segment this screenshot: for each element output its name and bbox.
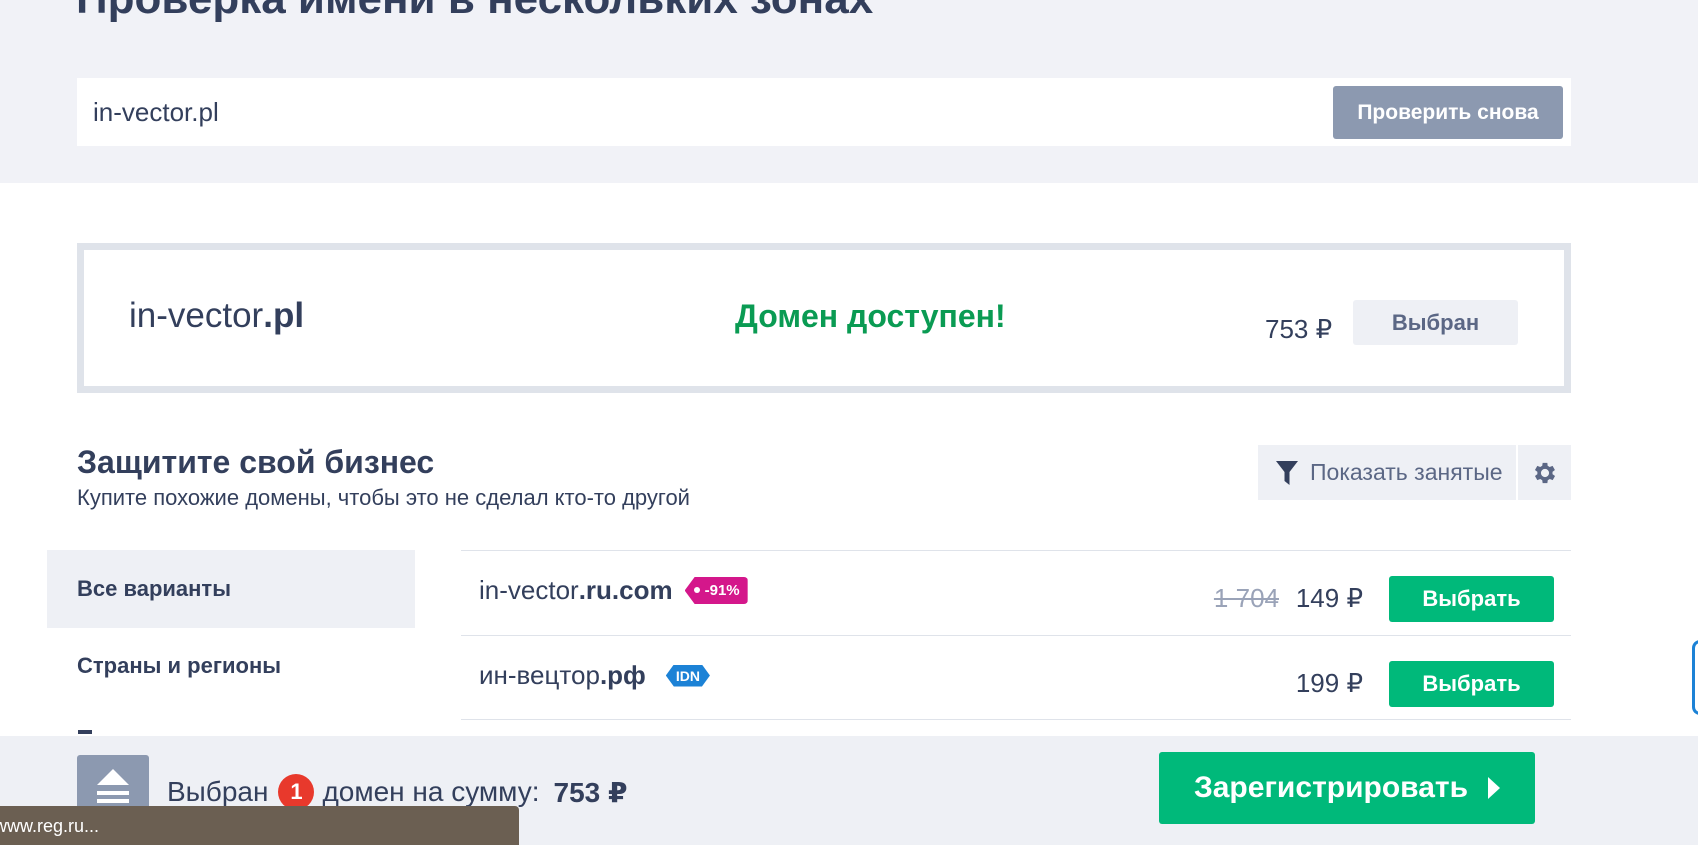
chosen-button[interactable]: Выбран: [1353, 300, 1518, 345]
domain-result-card: in-vector.pl Домен доступен! 753 ₽ Выбра…: [77, 243, 1571, 393]
category-countries-regions[interactable]: Страны и регионы: [47, 627, 415, 705]
status-url-text: www.reg.ru...: [0, 816, 100, 836]
cart-count-badge: 1: [278, 774, 315, 810]
domain-search-input[interactable]: [93, 92, 1293, 132]
search-header: Проверка имени в нескольких зонах Провер…: [0, 0, 1698, 183]
register-button[interactable]: Зарегистрировать: [1159, 752, 1535, 824]
result-domain: in-vector.pl: [129, 296, 304, 336]
suggestion-domain: in-vector .ru.com -91%: [479, 575, 748, 606]
page-title: Проверка имени в нескольких зонах: [76, 0, 873, 24]
discount-badge: -91%: [684, 577, 748, 604]
select-button[interactable]: Выбрать: [1389, 661, 1554, 707]
suggestion-row: ин-вецтор .рф IDN 199 ₽ Выбрать: [461, 635, 1571, 720]
cart-total: 753 ₽: [553, 776, 628, 808]
suggestion-zone: .рф: [599, 660, 646, 690]
search-box: Проверить снова: [77, 78, 1571, 146]
category-next-peek: [78, 730, 92, 734]
suggestion-price: 149 ₽: [1295, 583, 1363, 613]
availability-status: Домен доступен!: [735, 298, 1006, 334]
recheck-button[interactable]: Проверить снова: [1333, 86, 1563, 139]
register-label: Зарегистрировать: [1193, 771, 1469, 804]
settings-button[interactable]: [1518, 445, 1571, 500]
gear-icon: [1534, 462, 1555, 483]
show-taken-filter-button[interactable]: Показать занятые: [1258, 445, 1516, 500]
link-status-bar: www.reg.ru...: [0, 806, 519, 845]
suggestion-price: 199 ₽: [1295, 668, 1363, 698]
result-domain-zone: .pl: [263, 296, 305, 335]
suggestion-name: in-vector: [479, 575, 579, 605]
suggestion-zone: .ru.com: [578, 575, 673, 605]
filter-label: Показать занятые: [1310, 459, 1503, 485]
cart-middle-text: домен на сумму:: [322, 776, 540, 807]
filter-icon: [1276, 460, 1298, 485]
select-button[interactable]: Выбрать: [1389, 576, 1554, 622]
result-domain-name: in-vector: [129, 296, 264, 335]
suggestion-domain: ин-вецтор .рф IDN: [479, 660, 710, 691]
suggestion-row: in-vector .ru.com -91% 1 704 149 ₽ Выбрат…: [461, 550, 1571, 635]
play-arrow-icon: [1488, 777, 1501, 799]
category-all-variants[interactable]: Все варианты: [47, 550, 415, 628]
section-subtitle: Купите похожие домены, чтобы это не сдел…: [77, 485, 690, 510]
cart-prefix: Выбран: [167, 776, 269, 807]
old-price: 1 704: [1213, 583, 1279, 613]
idn-badge: IDN: [666, 665, 710, 687]
side-widget-tab[interactable]: [1692, 640, 1698, 715]
section-title: Защитите свой бизнес: [77, 444, 435, 480]
suggestion-name: ин-вецтор: [479, 660, 600, 690]
result-price: 753 ₽: [1265, 314, 1333, 344]
cart-summary: Выбран 1 домен на сумму: 753 ₽: [167, 774, 628, 810]
